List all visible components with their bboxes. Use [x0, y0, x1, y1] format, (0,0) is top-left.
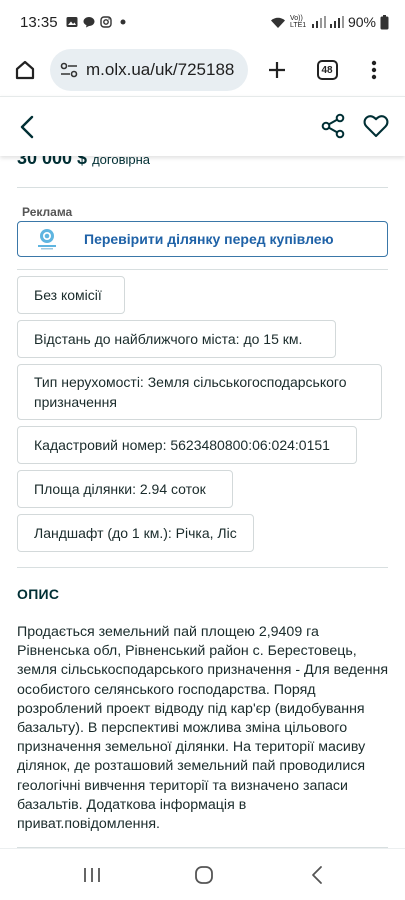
- lte-label: Vo)) LTE1: [289, 15, 307, 29]
- battery-level: 90%: [347, 14, 376, 30]
- tag-plot-area: Площа ділянки: 2.94 соток: [17, 470, 233, 508]
- battery-icon: [380, 14, 389, 29]
- share-icon[interactable]: [320, 113, 346, 139]
- tag-label: Кадастровий номер: 5623480800:06:024:015…: [34, 437, 330, 453]
- wifi-icon: [270, 17, 285, 28]
- notification-icons: [66, 16, 129, 28]
- browser-menu-button[interactable]: [352, 44, 396, 96]
- recent-apps-icon[interactable]: [80, 863, 104, 887]
- home-nav-icon[interactable]: [192, 863, 216, 887]
- ad-logo-icon: [38, 229, 56, 250]
- listing-content: 30 000 $ договірна Реклама Перевірити ді…: [0, 156, 405, 848]
- system-nav-bar: [0, 848, 405, 900]
- new-tab-button[interactable]: [252, 44, 302, 96]
- ad-label: Реклама: [22, 205, 73, 219]
- signal-icon-2: [329, 16, 344, 28]
- tag-label: Без комісії: [34, 287, 102, 303]
- gallery-icon: [66, 17, 78, 27]
- divider: [17, 187, 388, 188]
- divider: [17, 269, 388, 270]
- favorite-heart-icon[interactable]: [362, 112, 390, 140]
- address-bar[interactable]: m.olx.ua/uk/725188: [50, 49, 248, 91]
- tag-cadastral-number: Кадастровий номер: 5623480800:06:024:015…: [17, 426, 357, 464]
- price: 30 000 $: [17, 156, 88, 168]
- tag-label: Ландшафт (до 1 км.): Річка, Ліс: [34, 525, 237, 541]
- tab-count: 48: [316, 60, 338, 80]
- tag-property-type: Тип нерухомості: Земля сільськогосподарс…: [17, 364, 382, 420]
- instagram-icon: [99, 16, 112, 28]
- divider: [17, 567, 388, 568]
- description-text: Продається земельний пай площею 2,9409 г…: [17, 624, 389, 833]
- price-row: 30 000 $ договірна: [17, 156, 150, 169]
- home-icon: [15, 60, 35, 80]
- page-header: [0, 96, 405, 156]
- tag-landscape: Ландшафт (до 1 км.): Річка, Ліс: [17, 514, 254, 552]
- signal-icon: [311, 16, 326, 28]
- status-bar: 13:35 Vo)) LTE1 90%: [0, 0, 405, 44]
- status-time: 13:35: [20, 13, 58, 31]
- status-right: Vo)) LTE1 90%: [270, 14, 389, 30]
- tag-distance: Відстань до найближчого міста: до 15 км.: [17, 320, 336, 358]
- browser-toolbar: m.olx.ua/uk/725188 48: [0, 44, 405, 96]
- tag-label: Тип нерухомості: Земля сільськогосподарс…: [34, 374, 347, 410]
- ad-button-label: Перевірити ділянку перед купівлею: [84, 231, 334, 247]
- url-text: m.olx.ua/uk/725188: [86, 60, 235, 79]
- more-vert-icon: [371, 60, 377, 80]
- ad-check-plot-button[interactable]: Перевірити ділянку перед купівлею: [17, 221, 388, 257]
- tag-label: Відстань до найближчого міста: до 15 км.: [34, 331, 303, 347]
- dot-icon: [120, 19, 126, 25]
- site-settings-icon[interactable]: [60, 62, 78, 78]
- plus-icon: [269, 62, 285, 78]
- tab-switcher-button[interactable]: 48: [302, 44, 352, 96]
- tag-label: Площа ділянки: 2.94 соток: [34, 481, 206, 497]
- negotiable-label: договірна: [92, 156, 151, 167]
- back-nav-icon[interactable]: [306, 863, 330, 887]
- home-button[interactable]: [0, 44, 50, 96]
- tag-no-commission: Без комісії: [17, 276, 125, 314]
- back-arrow-icon[interactable]: [14, 113, 42, 141]
- description-title: ОПИС: [17, 586, 60, 602]
- chat-icon: [83, 17, 95, 28]
